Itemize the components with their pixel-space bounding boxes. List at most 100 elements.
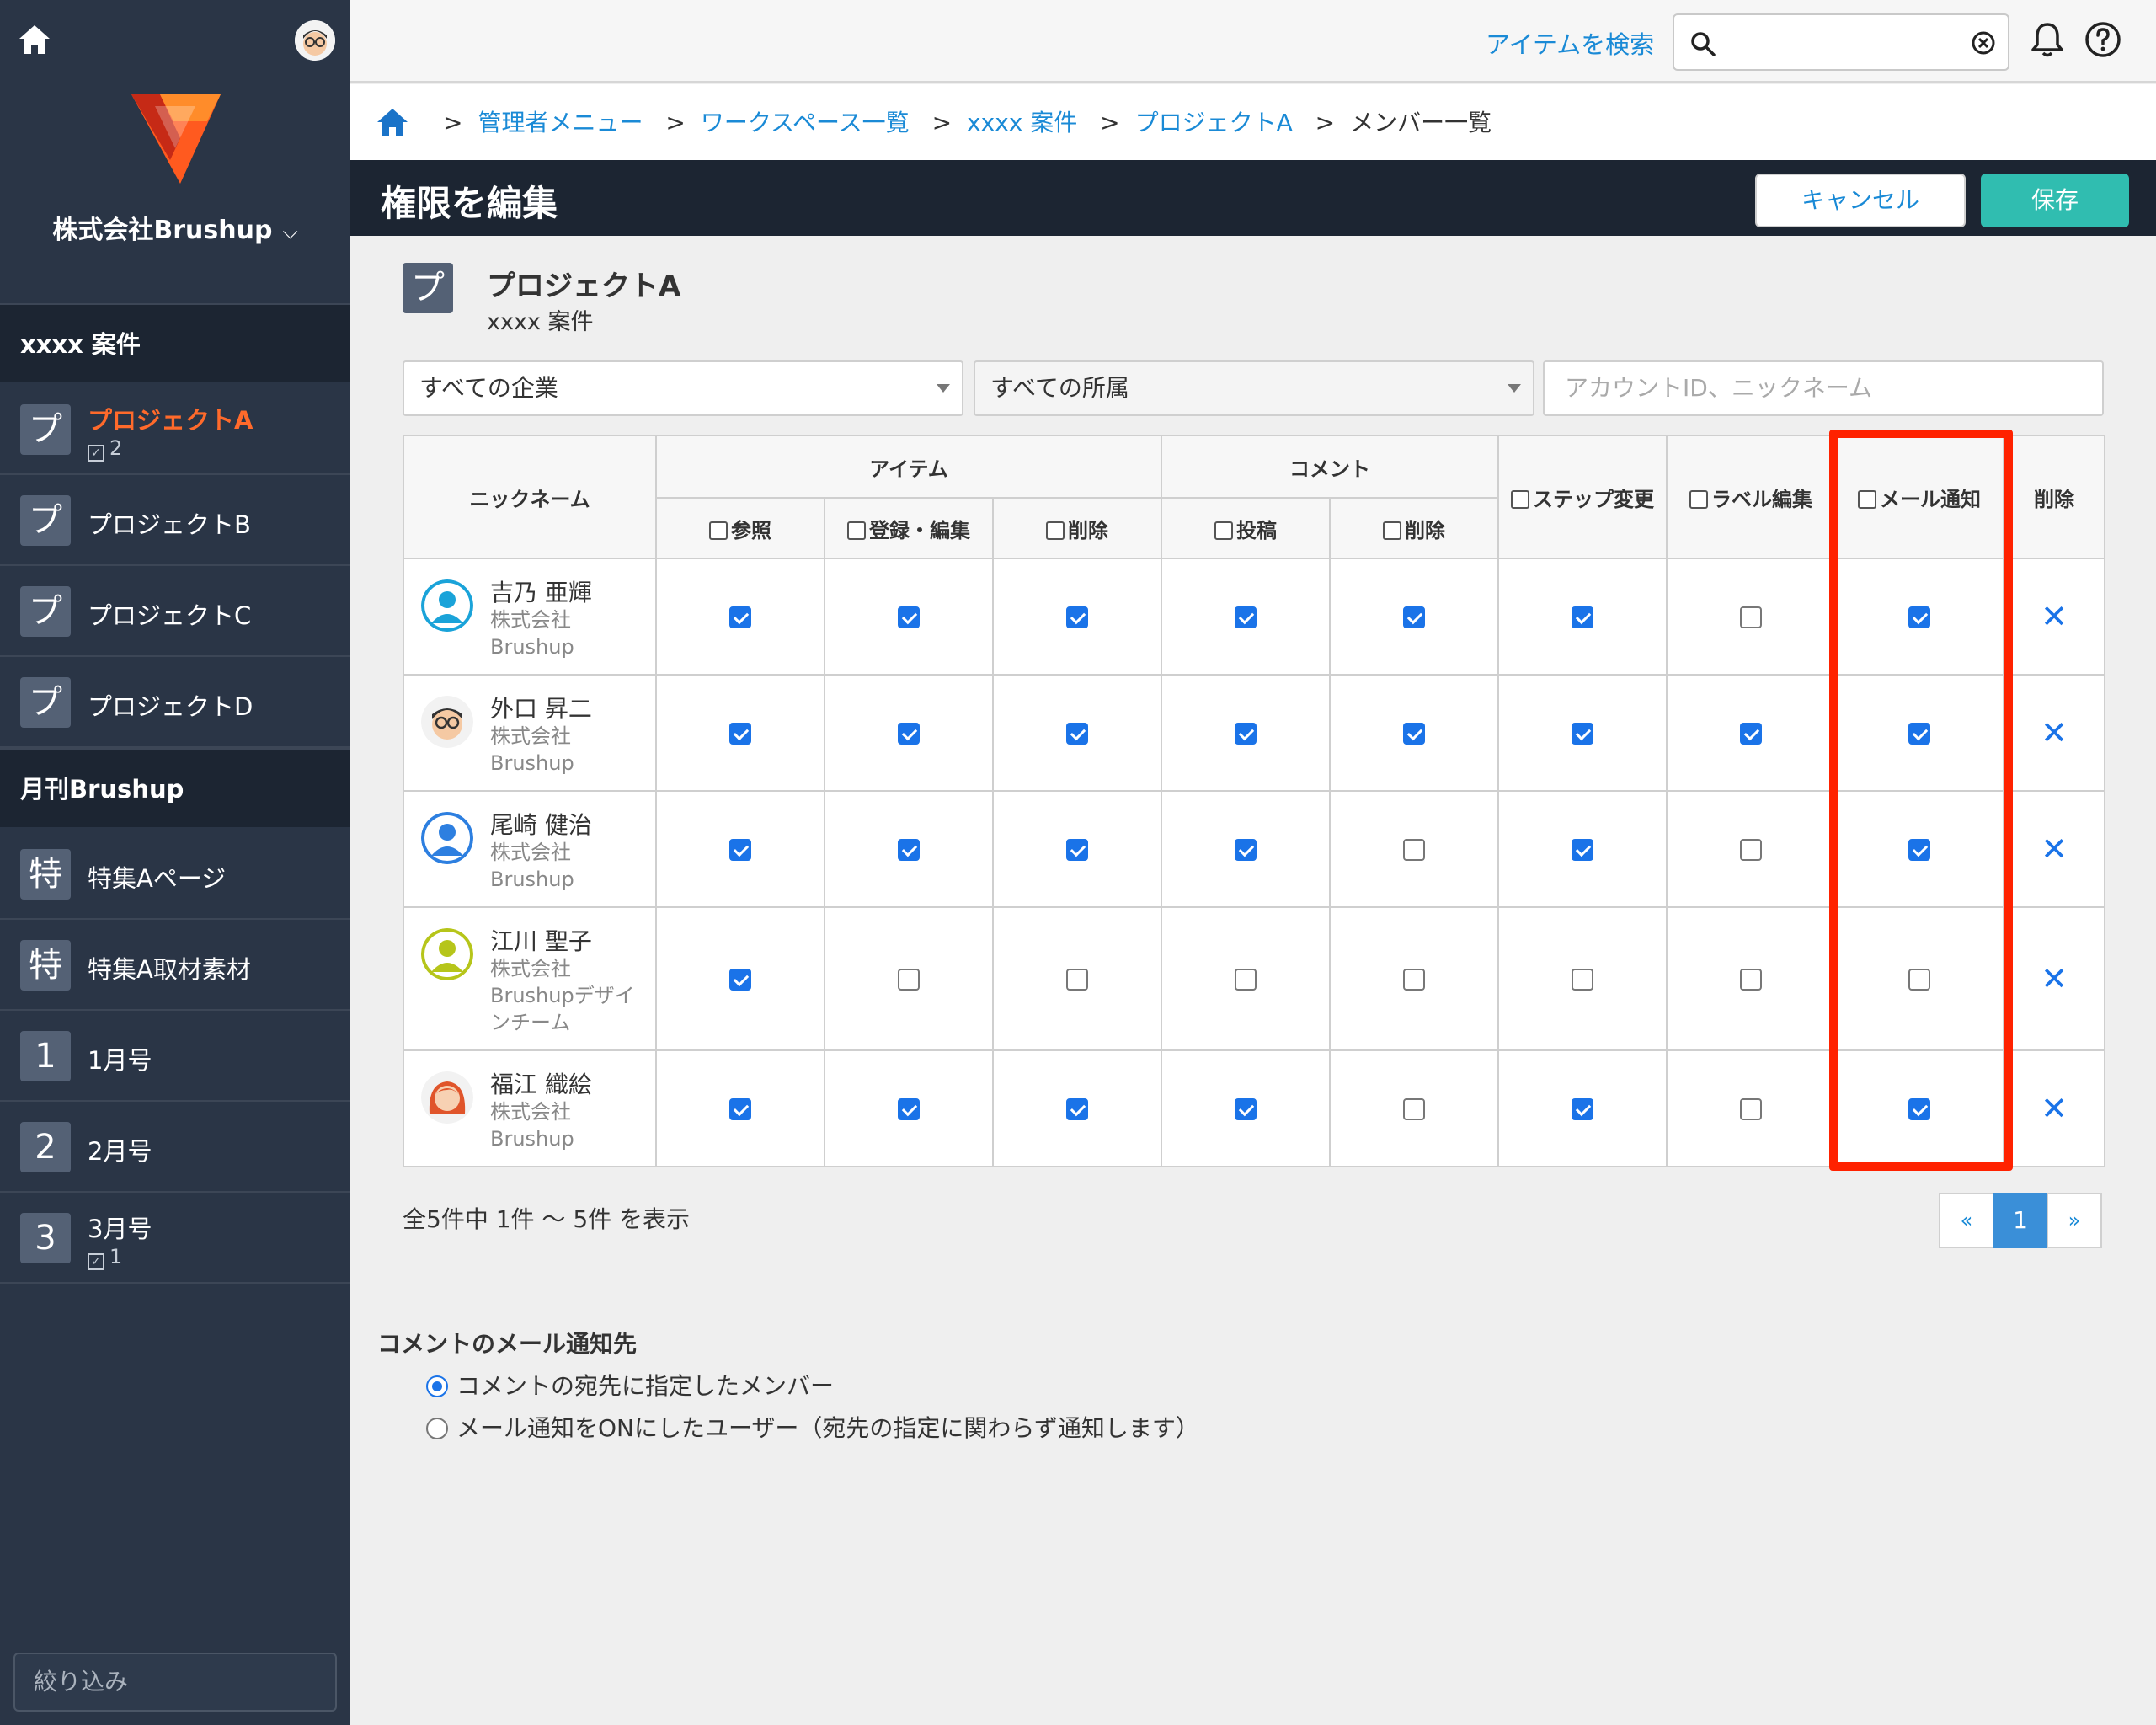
sidebar-item-project-c[interactable]: プ プロジェクトC — [0, 566, 350, 657]
search-input[interactable] — [1673, 13, 2009, 71]
header-comment-delete[interactable]: 削除 — [1329, 497, 1499, 559]
company-switcher[interactable]: 株式会社Brushup ⌵ — [0, 209, 350, 246]
clear-icon[interactable] — [1971, 30, 1996, 56]
permission-checkbox[interactable] — [1403, 969, 1425, 991]
delete-member-icon[interactable]: ✕ — [2041, 960, 2068, 997]
prev-page-button[interactable]: « — [1939, 1193, 1994, 1248]
sidebar-group-xxxx[interactable]: xxxx 案件 — [0, 303, 350, 382]
select-all-checkbox[interactable] — [709, 521, 728, 540]
permission-checkbox[interactable] — [1572, 723, 1593, 745]
department-select[interactable]: すべての所属 — [974, 360, 1534, 416]
permission-checkbox[interactable] — [1066, 606, 1088, 628]
home-icon[interactable] — [376, 106, 409, 138]
sidebar-item-march[interactable]: 3 3月号 ✓ 1 — [0, 1193, 350, 1284]
permission-checkbox[interactable] — [898, 839, 920, 861]
permission-checkbox[interactable] — [1908, 1098, 1930, 1120]
company-select[interactable]: すべての企業 — [403, 360, 963, 416]
header-label-edit[interactable]: ラベル編集 — [1666, 435, 1836, 559]
header-step-change[interactable]: ステップ変更 — [1497, 435, 1668, 559]
permission-checkbox[interactable] — [1403, 1098, 1425, 1120]
item-search-link[interactable]: アイテムを検索 — [1486, 25, 1654, 61]
sidebar-item-project-b[interactable]: プ プロジェクトB — [0, 475, 350, 566]
sidebar-group-monthly[interactable]: 月刊Brushup — [0, 748, 350, 827]
permission-checkbox[interactable] — [1572, 1098, 1593, 1120]
permission-checkbox[interactable] — [729, 839, 751, 861]
permission-checkbox[interactable] — [729, 606, 751, 628]
radio-option-recipients[interactable]: コメントの宛先に指定したメンバー — [426, 1368, 834, 1402]
sidebar-item-project-d[interactable]: プ プロジェクトD — [0, 657, 350, 748]
sidebar-item-project-a[interactable]: プ プロジェクトA ✓ 2 — [0, 384, 350, 475]
delete-member-icon[interactable]: ✕ — [2041, 1090, 2068, 1127]
permission-checkbox[interactable] — [1235, 723, 1257, 745]
page-1-button[interactable]: 1 — [1993, 1193, 2048, 1248]
header-register[interactable]: 登録・編集 — [824, 497, 994, 559]
header-mail-notify[interactable]: メール通知 — [1834, 435, 2004, 559]
select-all-checkbox[interactable] — [1689, 489, 1708, 509]
permission-checkbox[interactable] — [1403, 606, 1425, 628]
sidebar-item-february[interactable]: 2 2月号 — [0, 1102, 350, 1193]
permission-checkbox[interactable] — [1908, 606, 1930, 628]
project-parent: xxxx 案件 — [487, 309, 594, 335]
permission-checkbox[interactable] — [1908, 839, 1930, 861]
user-avatar[interactable] — [295, 20, 335, 61]
permission-checkbox[interactable] — [1740, 606, 1762, 628]
home-icon[interactable] — [17, 22, 52, 57]
permission-checkbox[interactable] — [1235, 969, 1257, 991]
permission-checkbox[interactable] — [729, 723, 751, 745]
permission-checkbox[interactable] — [1572, 606, 1593, 628]
permission-checkbox[interactable] — [1235, 839, 1257, 861]
select-all-checkbox[interactable] — [1858, 489, 1876, 509]
select-all-checkbox[interactable] — [1383, 521, 1401, 540]
radio-button[interactable] — [426, 1375, 448, 1397]
delete-member-icon[interactable]: ✕ — [2041, 598, 2068, 635]
permission-checkbox[interactable] — [1740, 969, 1762, 991]
delete-member-icon[interactable]: ✕ — [2041, 830, 2068, 868]
select-all-checkbox[interactable] — [1511, 489, 1529, 509]
permission-checkbox[interactable] — [1740, 723, 1762, 745]
permission-checkbox[interactable] — [1403, 723, 1425, 745]
permission-checkbox[interactable] — [1235, 606, 1257, 628]
select-all-checkbox[interactable] — [847, 521, 866, 540]
breadcrumb-admin[interactable]: 管理者メニュー — [478, 109, 643, 136]
permission-checkbox[interactable] — [1066, 1098, 1088, 1120]
select-all-checkbox[interactable] — [1214, 521, 1233, 540]
permission-checkbox[interactable] — [1572, 969, 1593, 991]
sidebar-filter-input[interactable]: 絞り込み — [13, 1653, 337, 1712]
sidebar-item-january[interactable]: 1 1月号 — [0, 1011, 350, 1102]
select-all-checkbox[interactable] — [1046, 521, 1065, 540]
account-search-input[interactable]: アカウントID、ニックネーム — [1543, 360, 2104, 416]
permission-checkbox[interactable] — [1066, 969, 1088, 991]
permission-checkbox[interactable] — [1908, 969, 1930, 991]
help-icon[interactable] — [2084, 20, 2122, 59]
permission-checkbox[interactable] — [898, 606, 920, 628]
permission-checkbox[interactable] — [1740, 839, 1762, 861]
header-item-delete[interactable]: 削除 — [992, 497, 1162, 559]
permission-checkbox[interactable] — [1403, 839, 1425, 861]
permission-checkbox[interactable] — [729, 1098, 751, 1120]
breadcrumb-project[interactable]: プロジェクトA — [1135, 109, 1293, 136]
bell-icon[interactable] — [2028, 20, 2067, 59]
permission-checkbox[interactable] — [1066, 839, 1088, 861]
permission-checkbox[interactable] — [729, 969, 751, 991]
header-view[interactable]: 参照 — [655, 497, 825, 559]
sidebar-item-feature-a-material[interactable]: 特 特集A取材素材 — [0, 920, 350, 1011]
permission-checkbox[interactable] — [1908, 723, 1930, 745]
permission-checkbox[interactable] — [898, 969, 920, 991]
cancel-button[interactable]: キャンセル — [1755, 174, 1966, 227]
radio-button[interactable] — [426, 1418, 448, 1439]
delete-member-icon[interactable]: ✕ — [2041, 714, 2068, 751]
permission-checkbox[interactable] — [898, 723, 920, 745]
breadcrumb-workspaces[interactable]: ワークスペース一覧 — [701, 109, 910, 136]
avatar — [421, 812, 473, 864]
permission-checkbox[interactable] — [1740, 1098, 1762, 1120]
next-page-button[interactable]: » — [2047, 1193, 2102, 1248]
breadcrumb-case[interactable]: xxxx 案件 — [967, 109, 1077, 136]
permission-checkbox[interactable] — [898, 1098, 920, 1120]
permission-checkbox[interactable] — [1066, 723, 1088, 745]
sidebar-item-feature-a[interactable]: 特 特集Aページ — [0, 829, 350, 920]
header-post[interactable]: 投稿 — [1161, 497, 1331, 559]
save-button[interactable]: 保存 — [1981, 174, 2129, 227]
permission-checkbox[interactable] — [1235, 1098, 1257, 1120]
radio-option-mail-on-users[interactable]: メール通知をONにしたユーザー（宛先の指定に関わらず通知します） — [426, 1410, 1199, 1444]
permission-checkbox[interactable] — [1572, 839, 1593, 861]
